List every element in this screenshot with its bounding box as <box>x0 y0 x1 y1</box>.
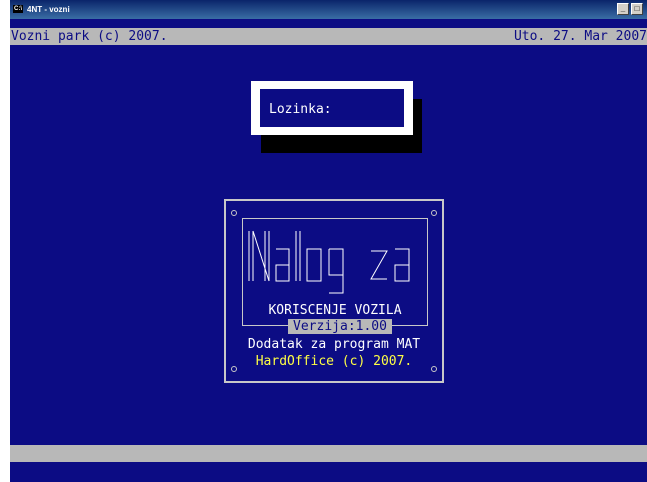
logo-frame: KORISCENJE VOZILA <box>242 218 428 326</box>
corner-dot-icon <box>431 210 437 216</box>
splash-subtitle: KORISCENJE VOZILA <box>268 303 402 318</box>
splash-panel: KORISCENJE VOZILA Verzija:1.00 Dodatak z… <box>224 199 444 383</box>
date-label: Uto. 27. Mar 2007 <box>513 29 647 44</box>
version-label: Verzija:1.00 <box>288 319 392 334</box>
console-app-icon: C:\ <box>13 5 23 13</box>
password-field[interactable]: Lozinka: <box>260 89 404 127</box>
password-label: Lozinka: <box>269 102 332 117</box>
splash-line-2: HardOffice (c) 2007. <box>255 354 413 369</box>
window-titlebar[interactable]: C:\ 4NT - vozni _ □ <box>10 0 647 19</box>
app-name-label: Vozni park (c) 2007. <box>11 29 168 44</box>
console-screen: Vozni park (c) 2007. Uto. 27. Mar 2007 L… <box>10 19 647 482</box>
corner-dot-icon <box>231 210 237 216</box>
minimize-button[interactable]: _ <box>617 3 629 15</box>
top-status-bar: Vozni park (c) 2007. Uto. 27. Mar 2007 <box>10 28 647 45</box>
window-title: 4NT - vozni <box>27 5 70 14</box>
password-dialog: Lozinka: <box>251 81 413 135</box>
splash-line-1: Dodatak za program MAT <box>247 337 421 352</box>
maximize-button[interactable]: □ <box>631 3 643 15</box>
bottom-status-bar <box>10 445 647 462</box>
